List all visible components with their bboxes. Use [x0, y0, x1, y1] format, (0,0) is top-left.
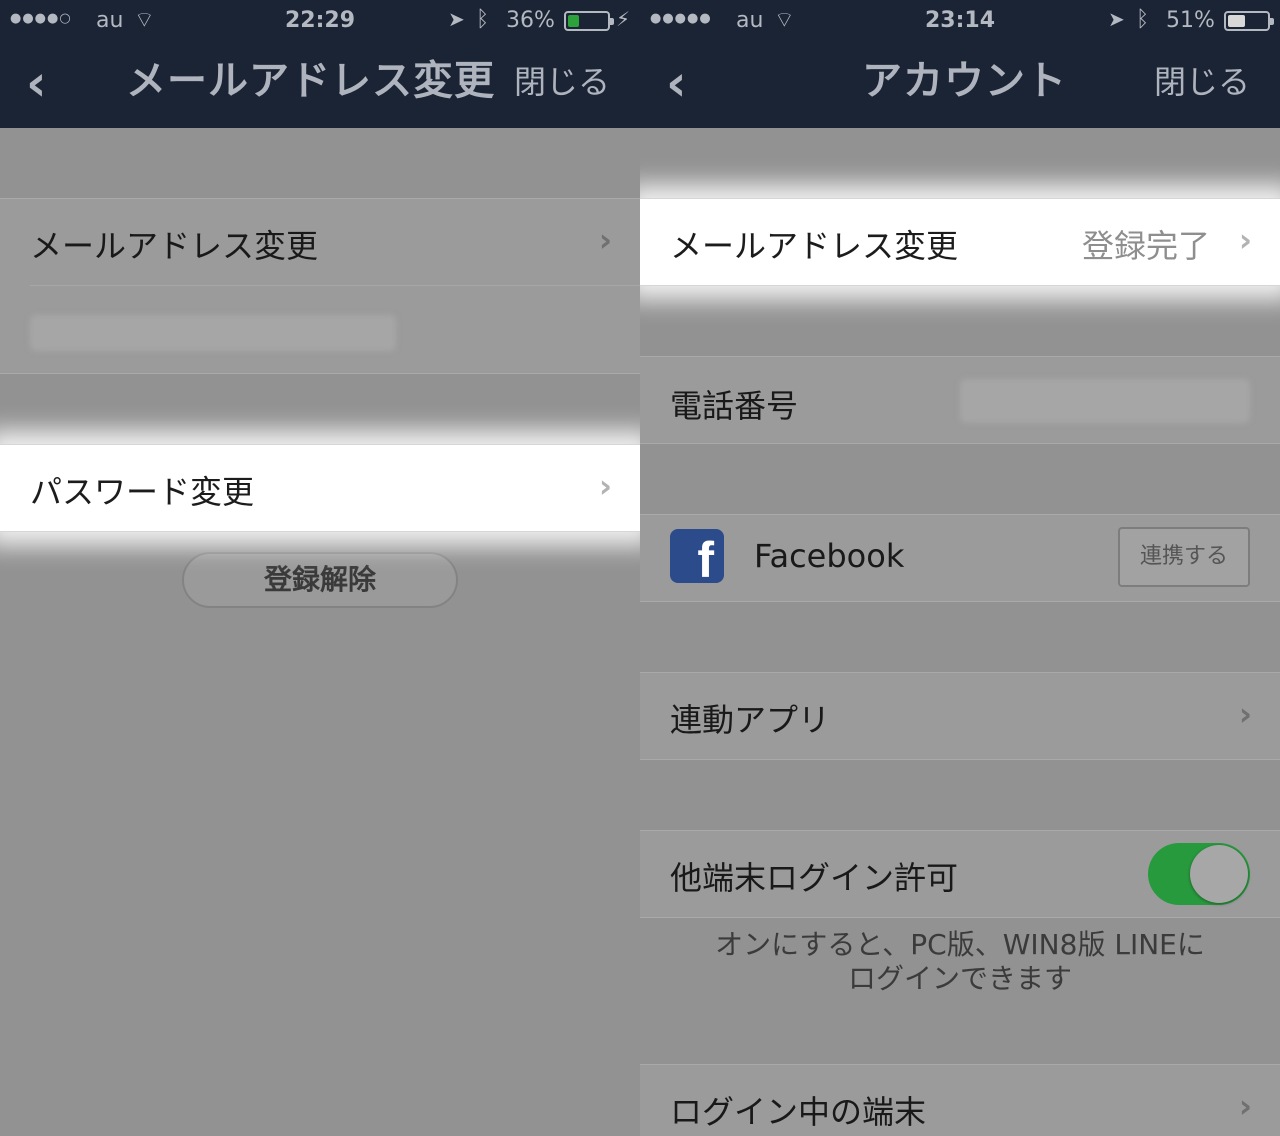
- left-screen: ●●●●○ au ⌔ 22:29 ➤ ᛒ 36% ⚡ ‹ メールアドレス変更 閉…: [0, 0, 640, 1136]
- close-button[interactable]: 閉じる: [1154, 62, 1250, 102]
- facebook-link-button[interactable]: 連携する: [1118, 527, 1250, 587]
- linked-apps-label: 連動アプリ: [670, 701, 831, 739]
- login-note: オンにすると、PC版、WIN8版 LINEに ログインできます: [640, 928, 1280, 996]
- status-bar: ●●●●● au ⌔ 23:14 ➤ ᛒ 51%: [640, 0, 1280, 42]
- blurred-email-address: [30, 315, 396, 351]
- close-button[interactable]: 閉じる: [514, 62, 610, 102]
- location-icon: ➤: [448, 7, 465, 31]
- top-bar: ●●●●● au ⌔ 23:14 ➤ ᛒ 51% ‹ アカウント 閉じる: [640, 0, 1280, 128]
- blurred-phone-number: [960, 379, 1250, 423]
- email-change-label: メールアドレス変更: [670, 227, 959, 265]
- chevron-right-icon: ›: [1238, 1087, 1252, 1125]
- page-title: アカウント: [862, 58, 1067, 104]
- top-bar: ●●●●○ au ⌔ 22:29 ➤ ᛒ 36% ⚡ ‹ メールアドレス変更 閉…: [0, 0, 640, 128]
- email-group: メールアドレス変更 ›: [0, 198, 640, 374]
- toggle-knob: [1190, 845, 1248, 903]
- phone-number-row: 電話番号: [640, 356, 1280, 444]
- battery-fill: [1228, 15, 1246, 27]
- facebook-row: f Facebook 連携する: [640, 514, 1280, 602]
- location-icon: ➤: [1108, 7, 1125, 31]
- back-chevron-icon[interactable]: ‹: [26, 58, 47, 108]
- status-bar: ●●●●○ au ⌔ 22:29 ➤ ᛒ 36% ⚡: [0, 0, 640, 42]
- linked-apps-row[interactable]: 連動アプリ ›: [640, 672, 1280, 760]
- chevron-right-icon: ›: [1238, 695, 1252, 733]
- login-note-line2: ログインできます: [847, 962, 1072, 995]
- facebook-label: Facebook: [754, 537, 905, 575]
- logged-in-devices-label: ログイン中の端末: [670, 1093, 927, 1131]
- chevron-right-icon: ›: [598, 221, 612, 259]
- battery-percent: 36%: [506, 8, 555, 33]
- unregister-button[interactable]: 登録解除: [182, 552, 458, 608]
- password-change-row[interactable]: パスワード変更 ›: [0, 444, 640, 532]
- chevron-right-icon: ›: [598, 467, 612, 505]
- email-change-label: メールアドレス変更: [30, 227, 319, 265]
- bluetooth-icon: ᛒ: [1136, 7, 1150, 32]
- logged-in-devices-row[interactable]: ログイン中の端末 ›: [640, 1064, 1280, 1136]
- chevron-right-icon: ›: [1238, 221, 1252, 259]
- battery-fill: [568, 15, 580, 27]
- battery-icon: [564, 11, 614, 31]
- battery-icon: [1224, 11, 1274, 31]
- allow-login-toggle[interactable]: [1148, 843, 1250, 905]
- back-chevron-icon[interactable]: ‹: [666, 58, 687, 108]
- allow-other-device-login-row: 他端末ログイン許可: [640, 830, 1280, 918]
- facebook-icon: f: [670, 529, 724, 583]
- battery-percent: 51%: [1166, 8, 1215, 33]
- phone-number-label: 電話番号: [670, 387, 799, 425]
- allow-login-label: 他端末ログイン許可: [670, 859, 959, 897]
- email-status-value: 登録完了: [1081, 227, 1210, 265]
- page-title: メールアドレス変更: [126, 58, 495, 104]
- login-note-line1: オンにすると、PC版、WIN8版 LINEに: [715, 928, 1205, 961]
- charging-icon: ⚡: [616, 7, 631, 31]
- email-change-row[interactable]: メールアドレス変更 ›: [0, 199, 640, 285]
- bluetooth-icon: ᛒ: [476, 7, 490, 32]
- email-change-row[interactable]: メールアドレス変更 登録完了 ›: [640, 198, 1280, 286]
- right-screen: ●●●●● au ⌔ 23:14 ➤ ᛒ 51% ‹ アカウント 閉じる メール…: [640, 0, 1280, 1136]
- row-divider: [30, 285, 640, 286]
- password-change-label: パスワード変更: [30, 473, 255, 511]
